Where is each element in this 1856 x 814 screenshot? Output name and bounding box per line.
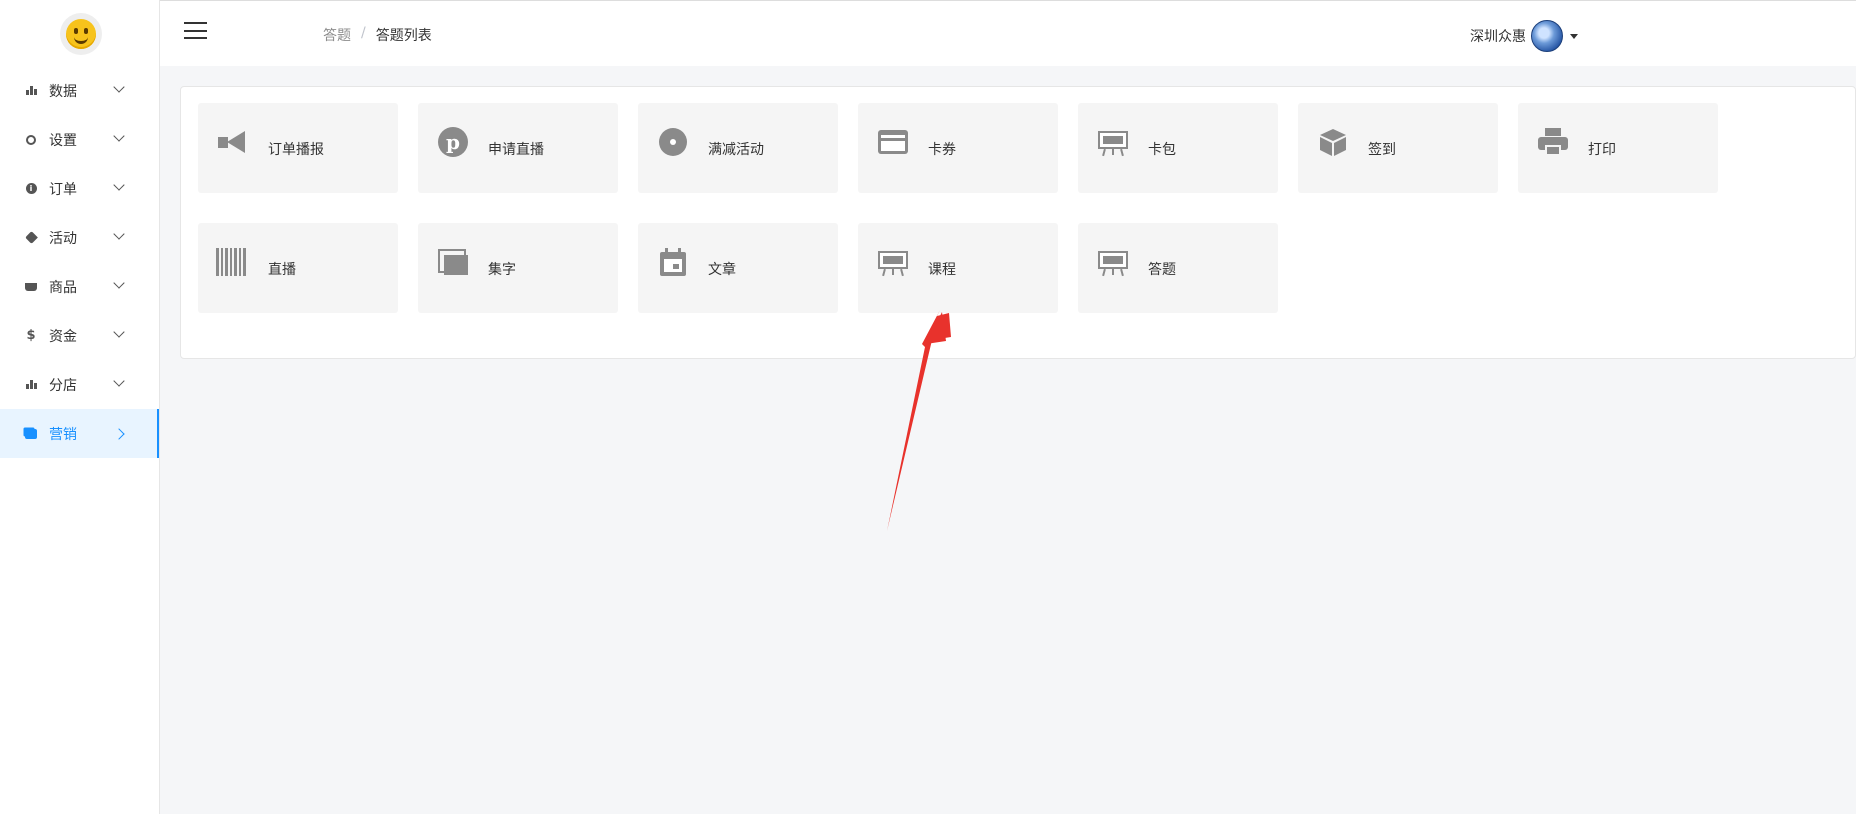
card-card-wallet[interactable]: 卡包 xyxy=(1078,103,1278,193)
info-icon: i xyxy=(25,183,37,195)
stack-icon xyxy=(25,428,37,440)
cube-icon xyxy=(1316,125,1350,159)
calendar-icon xyxy=(656,245,690,279)
chevron-down-icon xyxy=(113,228,125,240)
logo[interactable] xyxy=(60,13,102,55)
dollar-icon: $ xyxy=(26,328,36,343)
bar-chart-icon xyxy=(25,85,37,97)
easel-icon xyxy=(1096,125,1130,159)
sidebar-menu: 数据 设置 i 订单 活动 商品 $ 资金 分店 营销 xyxy=(0,66,159,458)
card-discount-activity[interactable]: 满减活动 xyxy=(638,103,838,193)
sidebar-item-data[interactable]: 数据 xyxy=(0,66,159,115)
card-label: 直播 xyxy=(268,262,296,278)
user-menu[interactable]: 深圳众惠 xyxy=(1470,20,1578,52)
basket-icon xyxy=(25,281,37,293)
sidebar-item-label: 商品 xyxy=(49,279,77,296)
card-label: 申请直播 xyxy=(488,142,544,158)
hamburger-icon[interactable] xyxy=(184,22,207,39)
breadcrumb: 答题 / 答题列表 xyxy=(323,25,432,45)
card-label: 卡包 xyxy=(1148,142,1176,158)
card-live[interactable]: 直播 xyxy=(198,223,398,313)
sidebar-item-orders[interactable]: i 订单 xyxy=(0,164,159,213)
card-label: 满减活动 xyxy=(708,142,764,158)
avatar-icon xyxy=(1531,20,1563,52)
sidebar-item-marketing[interactable]: 营销 xyxy=(0,409,159,458)
printer-icon xyxy=(1536,125,1570,159)
sidebar-item-label: 分店 xyxy=(49,377,77,394)
breadcrumb-current: 答题列表 xyxy=(375,28,432,44)
sidebar-item-branches[interactable]: 分店 xyxy=(0,360,159,409)
card-order-broadcast[interactable]: 订单播报 xyxy=(198,103,398,193)
breadcrumb-separator: / xyxy=(361,25,366,41)
user-name: 深圳众惠 xyxy=(1470,29,1526,45)
smiley-logo-icon xyxy=(66,19,96,49)
tag-icon xyxy=(24,231,38,244)
chevron-down-icon xyxy=(113,326,125,338)
bar-chart-icon xyxy=(25,379,37,391)
sidebar-item-settings[interactable]: 设置 xyxy=(0,115,159,164)
card-label: 签到 xyxy=(1368,142,1396,158)
sidebar-item-label: 活动 xyxy=(49,230,77,247)
sidebar-item-products[interactable]: 商品 xyxy=(0,262,159,311)
sidebar-item-label: 数据 xyxy=(49,83,77,100)
chevron-down-icon xyxy=(113,130,125,142)
card-label: 卡券 xyxy=(928,142,956,158)
gear-icon xyxy=(25,134,37,146)
easel-icon xyxy=(1096,245,1130,279)
card-print[interactable]: 打印 xyxy=(1518,103,1718,193)
credit-card-icon xyxy=(876,125,910,159)
sidebar-item-label: 营销 xyxy=(49,426,77,443)
sidebar: 数据 设置 i 订单 活动 商品 $ 资金 分店 营销 xyxy=(0,0,160,814)
breadcrumb-item[interactable]: 答题 xyxy=(323,25,351,45)
chevron-down-icon xyxy=(113,179,125,191)
card-courses[interactable]: 课程 xyxy=(858,223,1058,313)
chevron-down-icon xyxy=(113,375,125,387)
easel-icon xyxy=(876,245,910,279)
sidebar-item-funds[interactable]: $ 资金 xyxy=(0,311,159,360)
card-label: 课程 xyxy=(928,262,956,278)
megaphone-icon xyxy=(216,125,250,159)
sidebar-item-label: 订单 xyxy=(49,181,77,198)
card-label: 订单播报 xyxy=(268,142,324,158)
caret-down-icon xyxy=(1570,33,1578,39)
card-coupons[interactable]: 卡券 xyxy=(858,103,1058,193)
card-label: 文章 xyxy=(708,262,736,278)
card-quiz[interactable]: 答题 xyxy=(1078,223,1278,313)
card-label: 打印 xyxy=(1588,142,1616,158)
chevron-down-icon xyxy=(113,81,125,93)
card-label: 答题 xyxy=(1148,262,1176,278)
feature-panel: 订单播报 p 申请直播 满减活动 卡券 卡包 签到 打印 直播 集字 文章 课程… xyxy=(180,86,1856,359)
disc-icon xyxy=(656,125,690,159)
chevron-down-icon xyxy=(113,277,125,289)
card-articles[interactable]: 文章 xyxy=(638,223,838,313)
sidebar-item-activities[interactable]: 活动 xyxy=(0,213,159,262)
sidebar-item-label: 设置 xyxy=(49,132,77,149)
card-label: 集字 xyxy=(488,262,516,278)
card-check-in[interactable]: 签到 xyxy=(1298,103,1498,193)
barcode-icon xyxy=(216,245,250,279)
chevron-right-icon xyxy=(113,428,125,440)
sidebar-item-label: 资金 xyxy=(49,328,77,345)
layers-icon xyxy=(436,245,470,279)
card-apply-live[interactable]: p 申请直播 xyxy=(418,103,618,193)
card-collect-words[interactable]: 集字 xyxy=(418,223,618,313)
pinterest-icon: p xyxy=(436,125,470,159)
top-header: 答题 / 答题列表 深圳众惠 xyxy=(160,0,1856,66)
